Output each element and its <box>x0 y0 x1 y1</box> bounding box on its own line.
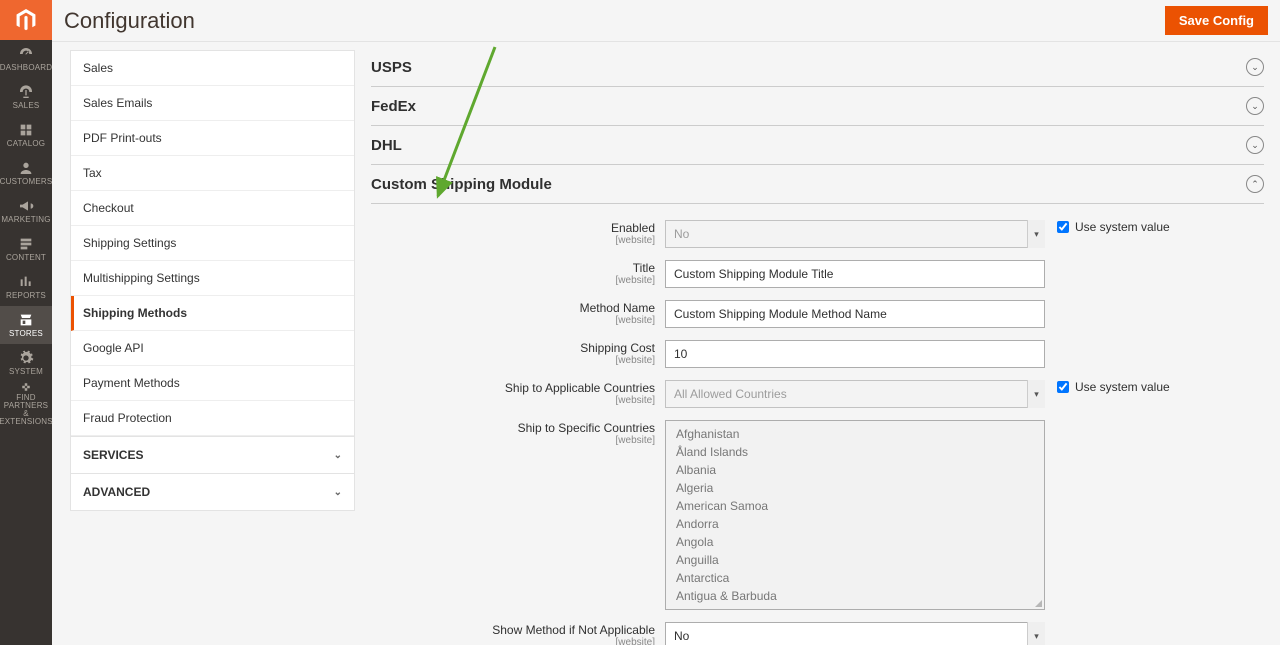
chevron-down-icon: ⌄ <box>334 487 342 498</box>
nav-catalog[interactable]: CATALOG <box>0 116 52 154</box>
config-content: USPS⌄FedEx⌄DHL⌄ Custom Shipping Module ⌃… <box>355 42 1280 645</box>
section-usps[interactable]: USPS⌄ <box>371 48 1264 87</box>
nav-content[interactable]: CONTENT <box>0 230 52 268</box>
expand-icon: ⌄ <box>1246 97 1264 115</box>
nav-find[interactable]: FIND PARTNERS& EXTENSIONS <box>0 382 52 426</box>
nav-sales[interactable]: SALES <box>0 78 52 116</box>
page-header: Configuration Save Config <box>52 0 1280 42</box>
label-enabled: Enabled <box>611 221 655 235</box>
expand-icon: ⌄ <box>1246 58 1264 76</box>
label-shipping-cost: Shipping Cost <box>580 341 655 355</box>
sidebar-item-sales[interactable]: Sales <box>71 51 354 86</box>
label-title: Title <box>633 261 655 275</box>
country-option: Andorra <box>666 515 1044 533</box>
country-option: Albania <box>666 461 1044 479</box>
magento-logo[interactable] <box>0 0 52 40</box>
select-show-if-na[interactable]: No <box>665 622 1045 645</box>
page-title: Configuration <box>64 8 195 34</box>
country-option: Anguilla <box>666 551 1044 569</box>
checkbox-use-system-enabled[interactable] <box>1057 221 1069 233</box>
multiselect-countries: AfghanistanÅland IslandsAlbaniaAlgeriaAm… <box>665 420 1045 610</box>
select-ship-applicable: All Allowed Countries <box>665 380 1045 408</box>
country-option: Afghanistan <box>666 425 1044 443</box>
nav-system[interactable]: SYSTEM <box>0 344 52 382</box>
select-enabled: No <box>665 220 1045 248</box>
sidebar-item-multishipping-settings[interactable]: Multishipping Settings <box>71 261 354 296</box>
collapse-icon: ⌃ <box>1246 175 1264 193</box>
sidebar-item-shipping-methods[interactable]: Shipping Methods <box>71 296 354 331</box>
input-shipping-cost[interactable] <box>665 340 1045 368</box>
country-option: American Samoa <box>666 497 1044 515</box>
save-config-button[interactable]: Save Config <box>1165 6 1268 35</box>
nav-reports[interactable]: REPORTS <box>0 268 52 306</box>
checkbox-use-system-applicable[interactable] <box>1057 381 1069 393</box>
config-sidebar: SalesSales EmailsPDF Print-outsTaxChecko… <box>52 42 355 645</box>
chevron-down-icon: ⌄ <box>334 450 342 461</box>
admin-leftnav: DASHBOARDSALESCATALOGCUSTOMERSMARKETINGC… <box>0 0 52 645</box>
country-option: Antigua & Barbuda <box>666 587 1044 605</box>
label-ship-specific: Ship to Specific Countries <box>518 421 655 435</box>
label-ship-applicable: Ship to Applicable Countries <box>505 381 655 395</box>
nav-dashboard[interactable]: DASHBOARD <box>0 40 52 78</box>
resize-handle-icon <box>1032 597 1042 607</box>
sidebar-item-fraud-protection[interactable]: Fraud Protection <box>71 401 354 436</box>
input-method-name[interactable] <box>665 300 1045 328</box>
country-option: Antarctica <box>666 569 1044 587</box>
sidebar-item-shipping-settings[interactable]: Shipping Settings <box>71 226 354 261</box>
label-show-if-na: Show Method if Not Applicable <box>492 623 655 637</box>
sidebar-item-google-api[interactable]: Google API <box>71 331 354 366</box>
sidebar-item-sales-emails[interactable]: Sales Emails <box>71 86 354 121</box>
input-title[interactable] <box>665 260 1045 288</box>
sidebar-group-services[interactable]: SERVICES⌄ <box>71 436 354 473</box>
expand-icon: ⌄ <box>1246 136 1264 154</box>
label-method-name: Method Name <box>580 301 655 315</box>
country-option: Angola <box>666 533 1044 551</box>
section-fedex[interactable]: FedEx⌄ <box>371 87 1264 126</box>
country-option: Algeria <box>666 479 1044 497</box>
sidebar-item-tax[interactable]: Tax <box>71 156 354 191</box>
sidebar-item-pdf-print-outs[interactable]: PDF Print-outs <box>71 121 354 156</box>
nav-stores[interactable]: STORES <box>0 306 52 344</box>
nav-customers[interactable]: CUSTOMERS <box>0 154 52 192</box>
section-dhl[interactable]: DHL⌄ <box>371 126 1264 165</box>
sidebar-item-checkout[interactable]: Checkout <box>71 191 354 226</box>
section-custom-shipping[interactable]: Custom Shipping Module ⌃ <box>371 165 1264 204</box>
nav-marketing[interactable]: MARKETING <box>0 192 52 230</box>
sidebar-group-advanced[interactable]: ADVANCED⌄ <box>71 473 354 510</box>
country-option: Åland Islands <box>666 443 1044 461</box>
sidebar-item-payment-methods[interactable]: Payment Methods <box>71 366 354 401</box>
